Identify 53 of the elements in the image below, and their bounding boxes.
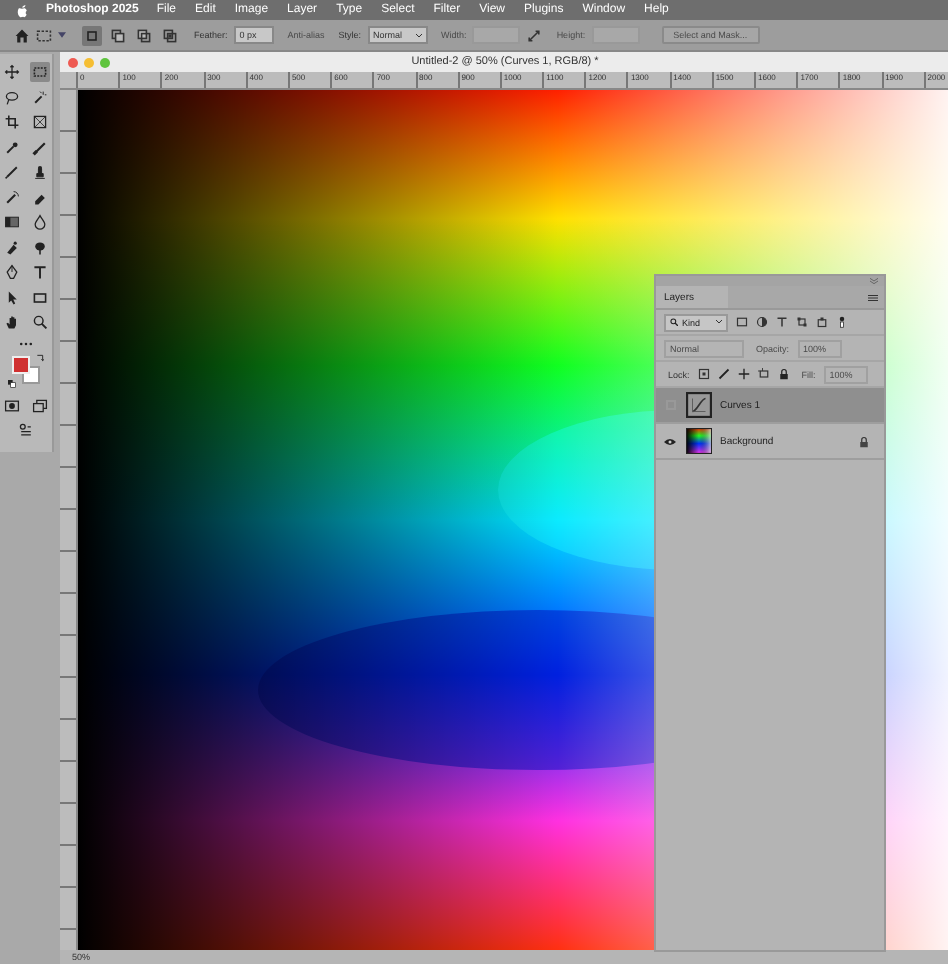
eye-icon[interactable] bbox=[664, 437, 676, 445]
search-icon[interactable] bbox=[30, 312, 50, 332]
edit-toolbar-icon[interactable] bbox=[16, 420, 36, 440]
shape-filter-icon[interactable] bbox=[796, 316, 808, 328]
lock-icon[interactable] bbox=[858, 435, 870, 447]
menu-icon[interactable] bbox=[868, 293, 878, 301]
foreground-color-swatch[interactable] bbox=[12, 356, 30, 374]
gradient-icon[interactable] bbox=[2, 212, 22, 232]
lasso-icon[interactable] bbox=[2, 87, 22, 107]
curves-thumbnail-icon bbox=[686, 392, 712, 418]
stamp-icon[interactable] bbox=[30, 162, 50, 182]
lock-pixels-icon[interactable] bbox=[697, 368, 710, 380]
type-filter-icon[interactable] bbox=[776, 316, 788, 328]
smart-object-filter-icon[interactable] bbox=[816, 316, 828, 328]
droplet-icon[interactable] bbox=[30, 212, 50, 232]
eyedropper-icon[interactable] bbox=[2, 137, 22, 157]
crop-icon[interactable] bbox=[2, 112, 22, 132]
spectrum-thumbnail bbox=[686, 428, 712, 454]
swap-colors-icon[interactable] bbox=[36, 354, 44, 362]
magic-wand-icon[interactable] bbox=[30, 87, 50, 107]
move-icon[interactable] bbox=[2, 62, 22, 82]
type-icon[interactable] bbox=[30, 262, 50, 282]
swap-icon[interactable] bbox=[526, 27, 543, 43]
move-icon[interactable] bbox=[737, 368, 750, 380]
default-colors-icon[interactable] bbox=[8, 380, 16, 388]
pen-icon[interactable] bbox=[2, 262, 22, 282]
history-brush-icon[interactable] bbox=[2, 187, 22, 207]
new-selection-icon[interactable] bbox=[82, 25, 102, 45]
search-icon bbox=[670, 318, 678, 326]
smudge-icon[interactable] bbox=[2, 237, 22, 257]
brush-icon[interactable] bbox=[717, 368, 730, 380]
intersect-selection-icon[interactable] bbox=[160, 25, 180, 45]
brush-icon[interactable] bbox=[30, 137, 50, 157]
screen-mode-icon[interactable] bbox=[30, 395, 50, 415]
caret-icon[interactable] bbox=[58, 32, 66, 38]
quick-mask-icon[interactable] bbox=[2, 395, 22, 415]
subtract-selection-icon[interactable] bbox=[134, 25, 154, 45]
image-filter-icon[interactable] bbox=[736, 316, 748, 328]
artboard-icon[interactable] bbox=[757, 368, 770, 380]
rectangle-icon[interactable] bbox=[30, 287, 50, 307]
marquee-icon[interactable] bbox=[36, 27, 52, 43]
home-icon[interactable] bbox=[14, 27, 30, 43]
add-selection-icon[interactable] bbox=[108, 25, 128, 45]
frame-icon[interactable] bbox=[30, 112, 50, 132]
filter-toggle-icon[interactable] bbox=[836, 316, 848, 328]
hand-icon[interactable] bbox=[2, 312, 22, 332]
more-icon[interactable] bbox=[16, 337, 36, 349]
dodge-icon[interactable] bbox=[30, 237, 50, 257]
pencil-icon[interactable] bbox=[2, 162, 22, 182]
lock-icon[interactable] bbox=[777, 368, 790, 380]
close-icon[interactable] bbox=[68, 57, 78, 67]
adjustment-filter-icon[interactable] bbox=[756, 316, 768, 328]
apple-icon[interactable] bbox=[16, 3, 28, 17]
